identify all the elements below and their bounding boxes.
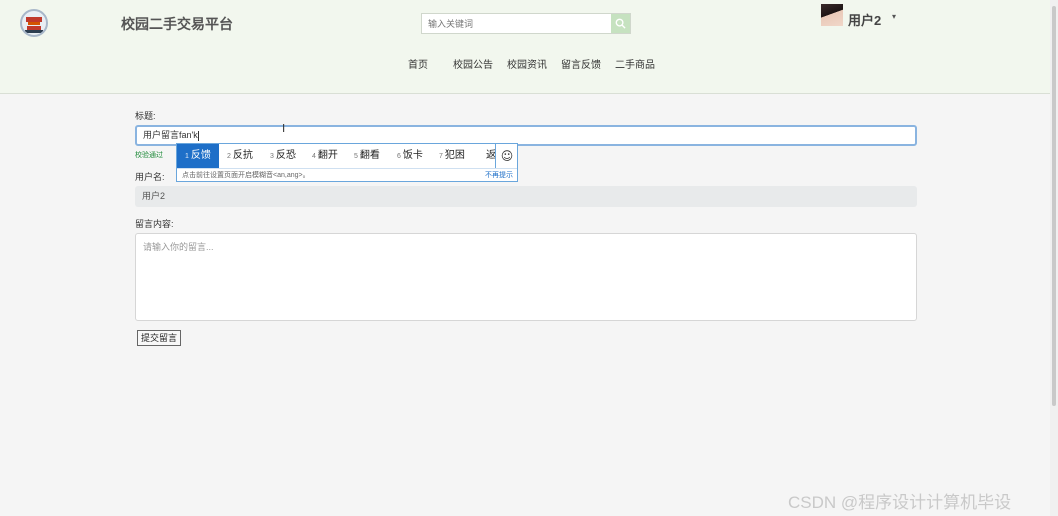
ime-candidate[interactable]: 6 饭卡 (397, 144, 423, 168)
nav-item-news[interactable]: 校园资讯 (507, 56, 547, 71)
nav-item-feedback[interactable]: 留言反馈 (561, 56, 601, 71)
nav-item-secondhand-goods[interactable]: 二手商品 (615, 56, 655, 71)
message-content-textarea[interactable]: 请输入你的留言... (135, 233, 917, 321)
mouse-ibeam-cursor-icon: I (282, 122, 286, 135)
ime-candidate[interactable]: 返 (486, 144, 495, 168)
ime-candidate-list: 1 反馈 2 反抗 3 反恐 4 翻开 5 翻看 6 饭卡 7 犯困 返 (177, 144, 495, 168)
ime-candidate[interactable]: 5 翻看 (354, 144, 380, 168)
campus-logo-icon[interactable] (20, 9, 48, 37)
submit-message-button[interactable]: 提交留言 (137, 330, 181, 346)
smiley-icon[interactable]: ☺ (495, 144, 518, 168)
ime-candidate[interactable]: 7 犯困 (439, 144, 465, 168)
search-icon (615, 18, 626, 29)
ime-candidate[interactable]: 4 翻开 (312, 144, 338, 168)
page-scrollbar[interactable] (1050, 0, 1058, 516)
ime-candidate[interactable]: 2 反抗 (227, 144, 253, 168)
title-label: 标题: (135, 111, 156, 121)
validation-message: 校验通过 (135, 152, 163, 159)
watermark: CSDN @程序设计计算机毕设 (788, 493, 1012, 512)
text-caret (197, 130, 199, 141)
search-button[interactable] (611, 14, 630, 33)
title-input-value: 用户留言fan'k (143, 130, 198, 140)
ime-candidate-popup: 1 反馈 2 反抗 3 反恐 4 翻开 5 翻看 6 饭卡 7 犯困 返 ☺ 点击前往设置页面… (176, 143, 518, 182)
chevron-down-icon[interactable]: ▾ (892, 12, 896, 21)
nav-item-announcements[interactable]: 校园公告 (453, 56, 493, 71)
avatar[interactable] (821, 4, 843, 26)
username-field: 用户2 (135, 186, 917, 207)
search-input[interactable] (422, 14, 611, 33)
ime-hint-text[interactable]: 点击前往设置页面开启模糊音<an,ang>。 (182, 172, 310, 179)
main-nav: 首页 校园公告 校园资讯 留言反馈 二手商品 (0, 56, 1058, 71)
ime-dont-show-link[interactable]: 不再提示 (485, 169, 513, 182)
nav-item-home[interactable]: 首页 (408, 56, 428, 71)
content-label: 留言内容: (135, 219, 174, 229)
ime-candidate[interactable]: 3 反恐 (270, 144, 296, 168)
ime-candidate[interactable]: 1 反馈 (177, 144, 219, 168)
header-bar: 校园二手交易平台 用户2 ▾ 首页 校园公告 校园资讯 留言反馈 二手商品 (0, 0, 1058, 94)
site-title: 校园二手交易平台 (121, 16, 233, 32)
user-name[interactable]: 用户2 (848, 10, 881, 29)
ime-hint-bar: 点击前往设置页面开启模糊音<an,ang>。 不再提示 (177, 168, 517, 182)
search-box (421, 13, 631, 34)
username-label: 用户名: (135, 172, 165, 182)
